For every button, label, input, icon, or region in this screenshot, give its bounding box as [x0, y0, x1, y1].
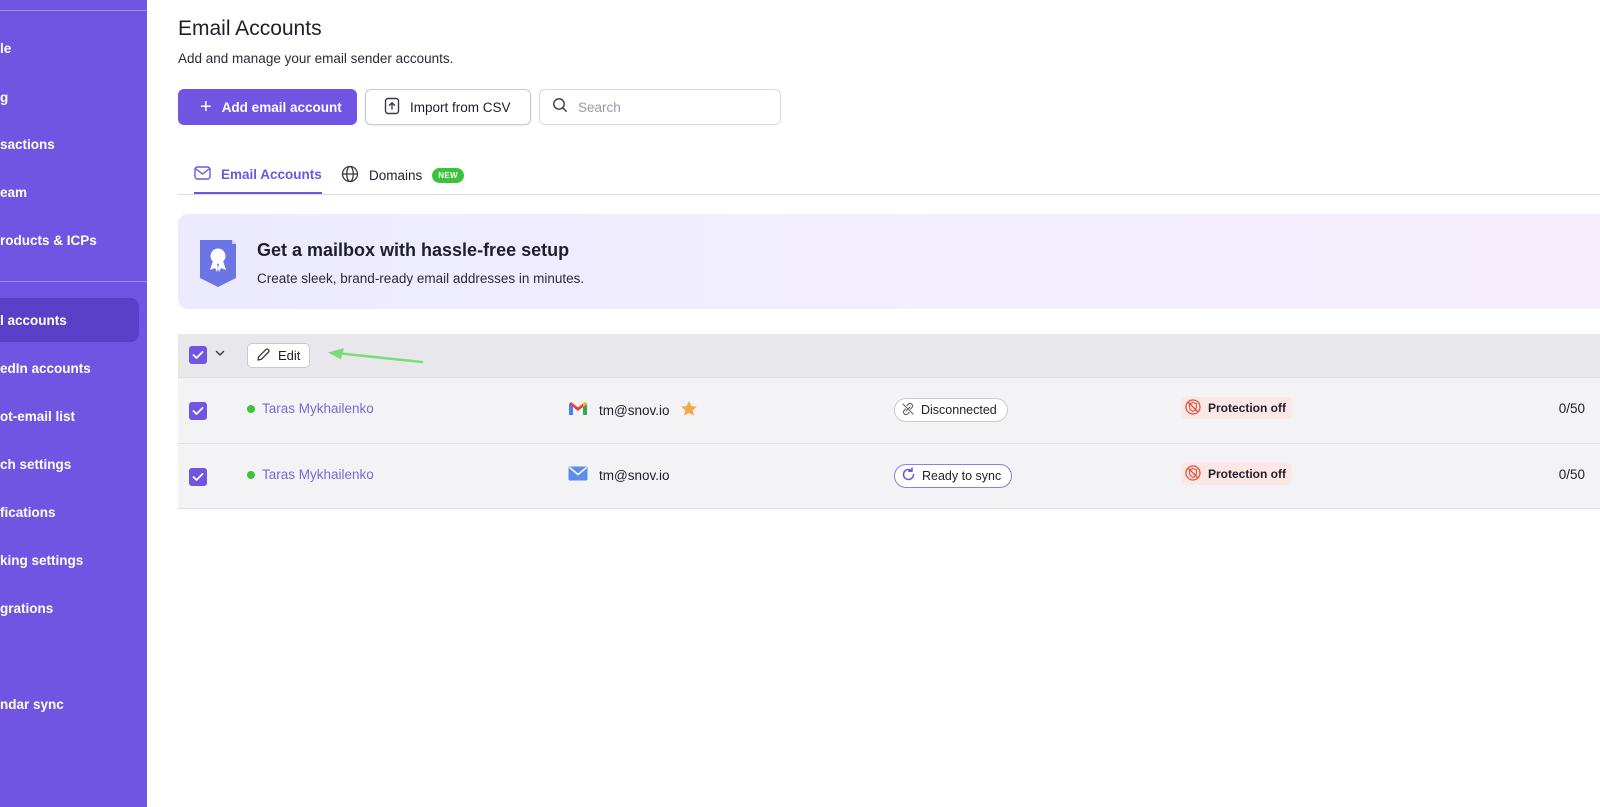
star-icon[interactable] — [680, 400, 698, 420]
protection-label: Protection off — [1208, 467, 1286, 481]
sender-name-label: Taras Mykhailenko — [262, 467, 374, 482]
tabs-divider — [178, 194, 1600, 195]
sidebar-item-team[interactable]: eam — [0, 170, 139, 214]
sidebar-item-label: g — [0, 89, 9, 105]
banner-subtitle: Create sleek, brand-ready email addresse… — [257, 271, 585, 286]
daily-limit-count: 0/50 — [1558, 401, 1585, 416]
status-label: Disconnected — [921, 403, 997, 417]
tab-email-accounts[interactable]: Email Accounts — [194, 156, 322, 194]
row-checkbox[interactable] — [189, 468, 207, 486]
sidebar-item-transactions[interactable]: sactions — [0, 122, 139, 166]
sidebar: le g sactions eam roducts & ICPs l accou… — [0, 0, 147, 807]
unlink-icon — [901, 402, 915, 419]
search-input[interactable] — [578, 99, 758, 115]
shield-off-icon — [1184, 464, 1202, 485]
sidebar-item-linkedin-accounts[interactable]: edIn accounts — [0, 346, 139, 390]
edit-button[interactable]: Edit — [247, 343, 310, 368]
sender-name[interactable]: Taras Mykhailenko — [247, 401, 374, 416]
sidebar-item-integrations[interactable]: grations — [0, 586, 139, 630]
edit-label: Edit — [278, 348, 301, 363]
sidebar-item-profile[interactable]: le — [0, 26, 139, 70]
envelope-icon — [194, 165, 211, 183]
globe-icon — [341, 165, 359, 186]
page-subtitle: Add and manage your email sender account… — [178, 51, 454, 66]
sidebar-item-notifications[interactable]: fications — [0, 490, 139, 534]
sidebar-item-label: sactions — [0, 136, 55, 152]
banner-title: Get a mailbox with hassle-free setup — [257, 240, 570, 260]
tab-label: Email Accounts — [221, 166, 322, 182]
select-all-checkbox[interactable] — [189, 346, 207, 364]
protection-badge[interactable]: Protection off — [1181, 463, 1292, 485]
sidebar-divider — [0, 281, 147, 282]
search-icon — [552, 97, 568, 118]
import-csv-button[interactable]: Import from CSV — [365, 89, 531, 125]
sidebar-item-label: le — [0, 40, 12, 56]
annotation-arrow — [326, 348, 426, 373]
sender-email: tm@snov.io — [568, 466, 669, 484]
table-header: Edit — [178, 334, 1600, 377]
check-icon — [192, 473, 204, 481]
sidebar-item-products[interactable]: roducts & ICPs — [0, 218, 139, 262]
sender-name-label: Taras Mykhailenko — [262, 401, 374, 416]
online-status-dot — [247, 470, 255, 479]
sidebar-item-do-not-email-list[interactable]: ot-email list — [0, 394, 139, 438]
sidebar-item-billing[interactable]: g — [0, 75, 139, 119]
sidebar-item-calendar-sync[interactable]: ndar sync — [0, 682, 139, 726]
new-badge: NEW — [432, 167, 464, 183]
table-row[interactable]: Taras Mykhailenko tm@snov.io Ready to sy… — [178, 443, 1600, 509]
plus-icon: + — [200, 96, 212, 118]
tab-label: Domains — [369, 167, 423, 183]
sidebar-item-label: ch settings — [0, 456, 72, 472]
add-email-account-button[interactable]: + Add email account — [178, 89, 357, 125]
online-status-dot — [247, 404, 255, 413]
sender-name[interactable]: Taras Mykhailenko — [247, 467, 374, 482]
file-upload-icon — [384, 97, 400, 118]
import-csv-label: Import from CSV — [410, 99, 511, 115]
sidebar-item-label: l accounts — [0, 312, 67, 328]
sidebar-item-label: eam — [0, 184, 28, 200]
email-address: tm@snov.io — [599, 467, 670, 483]
search-box[interactable] — [539, 89, 781, 125]
sync-icon — [901, 467, 916, 485]
sidebar-item-label: grations — [0, 600, 54, 616]
sidebar-item-label: fications — [0, 504, 56, 520]
add-email-account-label: Add email account — [221, 99, 342, 115]
sidebar-divider — [0, 10, 147, 11]
sidebar-item-label: king settings — [0, 552, 84, 568]
sidebar-item-search-settings[interactable]: ch settings — [0, 442, 139, 486]
row-checkbox[interactable] — [189, 402, 207, 420]
chevron-down-icon[interactable] — [214, 346, 226, 364]
status-badge[interactable]: Disconnected — [894, 398, 1008, 422]
sidebar-item-label: roducts & ICPs — [0, 232, 97, 248]
sidebar-item-label: edIn accounts — [0, 360, 91, 376]
sidebar-item-label: ot-email list — [0, 408, 76, 424]
status-label: Ready to sync — [922, 469, 1002, 483]
protection-badge[interactable]: Protection off — [1181, 397, 1292, 419]
check-icon — [192, 351, 204, 359]
mailbox-promo-banner: Get a mailbox with hassle-free setup Cre… — [178, 214, 1600, 309]
protection-label: Protection off — [1208, 401, 1286, 415]
sidebar-item-tracking-settings[interactable]: king settings — [0, 538, 139, 582]
sender-email: tm@snov.io — [568, 400, 698, 420]
sidebar-item-label: ndar sync — [0, 696, 64, 712]
pencil-icon — [256, 347, 271, 365]
daily-limit-count: 0/50 — [1558, 467, 1585, 482]
table-row[interactable]: Taras Mykhailenko tm@snov.io Disconnecte… — [178, 377, 1600, 443]
tab-domains[interactable]: Domains NEW — [341, 156, 464, 194]
gmail-icon — [568, 401, 588, 419]
mail-icon — [568, 466, 588, 484]
sidebar-item-email-accounts[interactable]: l accounts — [0, 298, 139, 342]
shield-off-icon — [1184, 398, 1202, 419]
status-badge[interactable]: Ready to sync — [894, 464, 1013, 488]
award-badge-icon — [198, 236, 238, 293]
check-icon — [192, 407, 204, 415]
email-accounts-table: Edit Taras Mykhailenko tm@snov.io Discon… — [178, 334, 1600, 509]
email-address: tm@snov.io — [599, 402, 670, 418]
page-title: Email Accounts — [178, 17, 322, 40]
